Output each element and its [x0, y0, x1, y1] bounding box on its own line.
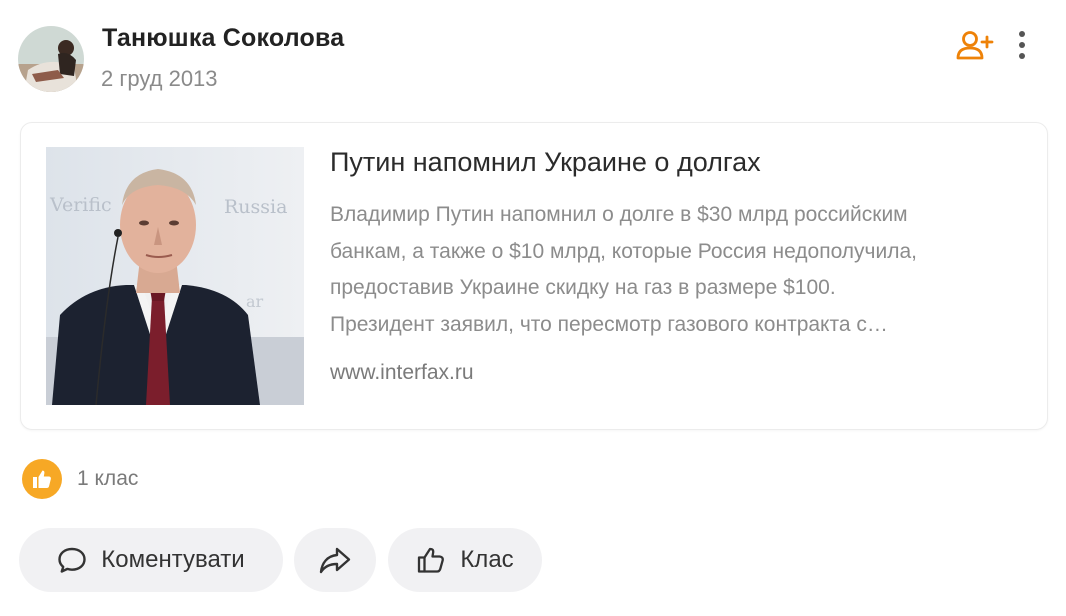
link-preview-card[interactable]: Verific Russia ar Путин напомнил Украине… — [20, 122, 1048, 430]
article-thumbnail: Verific Russia ar — [46, 147, 304, 405]
article-description: Владимир Путин напомнил о долге в $30 мл… — [330, 197, 1030, 343]
description-line: предоставив Украине скидку на газ в разм… — [330, 276, 836, 299]
thumbs-up-icon — [416, 545, 446, 575]
author-avatar[interactable] — [18, 26, 84, 92]
thumbs-up-badge-icon — [22, 459, 62, 499]
svg-text:Russia: Russia — [224, 196, 287, 218]
comment-button[interactable]: Коментувати — [19, 528, 283, 592]
author-name[interactable]: Танюшка Соколова — [102, 24, 344, 53]
likes-count: 1 клас — [77, 467, 139, 490]
comment-icon — [57, 546, 87, 574]
svg-text:Verific: Verific — [49, 194, 112, 216]
share-button[interactable] — [294, 528, 376, 592]
article-domain: www.interfax.ru — [330, 361, 474, 384]
feed-post: Танюшка Соколова 2 груд 2013 Verific Rus… — [0, 0, 1066, 616]
likes-summary[interactable]: 1 клас — [22, 458, 138, 500]
share-icon — [318, 545, 352, 575]
add-friend-icon[interactable] — [955, 28, 995, 64]
article-title[interactable]: Путин напомнил Украине о долгах — [330, 147, 761, 178]
like-button[interactable]: Клас — [388, 528, 542, 592]
description-line: Президент заявил, что пересмотр газового… — [330, 312, 888, 336]
more-vertical-icon[interactable] — [1010, 28, 1034, 64]
comment-label: Коментувати — [101, 546, 245, 573]
like-label: Клас — [460, 546, 514, 573]
svg-text:ar: ar — [246, 292, 264, 311]
description-line: Владимир Путин напомнил о долге в $30 мл… — [330, 203, 908, 226]
description-line: банкам, а также о $10 млрд, которые Росс… — [330, 239, 917, 263]
post-date: 2 груд 2013 — [101, 66, 218, 91]
